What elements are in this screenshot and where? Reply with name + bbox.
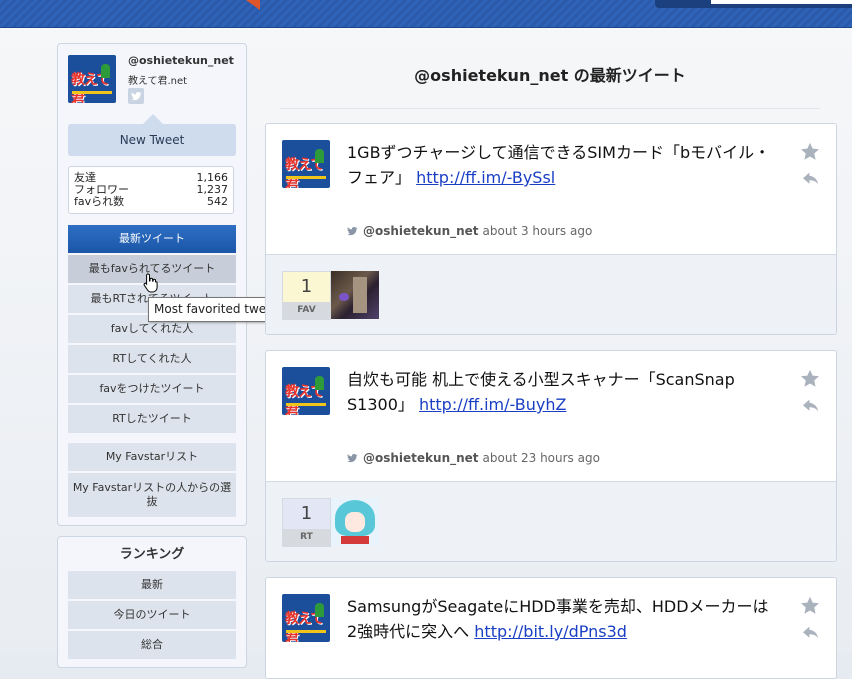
tweet-username[interactable]: @oshietekun_net xyxy=(363,451,479,465)
favoriter-avatar[interactable] xyxy=(331,271,379,319)
tweet-text: SamsungがSeagateにHDD事業を売却、HDDメーカーは2強時代に突入… xyxy=(347,594,772,644)
tweet-footer: 1 RT xyxy=(266,481,836,561)
stat-label: favられ数 xyxy=(74,195,125,208)
avatar-stripe xyxy=(72,91,112,94)
star-icon[interactable] xyxy=(799,595,821,617)
tweet-text: 自炊も可能 机上で使える小型スキャナー「ScanSnap S1300」 http… xyxy=(347,367,772,417)
menu-item-my-favorites[interactable]: favをつけたツイート xyxy=(68,375,236,403)
ranking-title: ランキング xyxy=(119,547,185,562)
tweet-timestamp[interactable]: about 3 hours ago xyxy=(483,224,593,238)
site-logo-fragment[interactable] xyxy=(246,0,260,10)
profile-username[interactable]: @oshietekun_net xyxy=(128,54,234,67)
page-title: @oshietekun_net の最新ツイート xyxy=(414,66,686,85)
ranking-item-today[interactable]: 今日のツイート xyxy=(68,601,236,629)
avatar-stripe xyxy=(286,630,326,633)
retweeter-avatar[interactable] xyxy=(331,498,379,546)
tweet-footer: 1 FAV xyxy=(266,254,836,334)
tweet-link[interactable]: http://bit.ly/dPns3d xyxy=(474,622,627,641)
tweet-timestamp[interactable]: about 23 hours ago xyxy=(483,451,600,465)
stat-favorited[interactable]: favられ数 542 xyxy=(69,196,233,208)
tweet-meta: @oshietekun_net about 3 hours ago xyxy=(344,224,592,238)
thumb-detail xyxy=(341,536,369,544)
menu-item-my-retweets[interactable]: RTしたツイート xyxy=(68,405,236,433)
avatar-figure xyxy=(101,64,110,78)
menu-item-retweeted-by[interactable]: RTしてくれた人 xyxy=(68,345,236,373)
fav-count: 1 xyxy=(283,272,330,302)
twitter-bird-icon xyxy=(347,226,358,236)
tweet-avatar[interactable]: 教えて君 xyxy=(282,367,330,415)
profile-avatar[interactable]: 教えて君 xyxy=(68,55,116,103)
header-search-area xyxy=(655,0,852,8)
tweet-text: 1GBずつチャージして通信できるSIMカード「bモバイル・フェア」 http:/… xyxy=(347,140,772,190)
twitter-bird-icon[interactable] xyxy=(128,88,144,104)
menu-item-favstar-list-picks[interactable]: My Favstarリストの人からの選抜 xyxy=(68,473,236,517)
ranking-item-latest[interactable]: 最新 xyxy=(68,571,236,599)
rt-count-label: RT xyxy=(283,529,330,546)
ranking-item-overall[interactable]: 総合 xyxy=(68,631,236,659)
profile-stats: 友達 1,166 フォロワー 1,237 favられ数 542 xyxy=(68,166,234,214)
avatar-figure xyxy=(315,376,324,390)
hand-cursor-icon xyxy=(143,273,158,293)
tweet-avatar[interactable]: 教えて君 xyxy=(282,140,330,188)
tweet-avatar[interactable]: 教えて君 xyxy=(282,594,330,642)
header-search-input[interactable] xyxy=(711,0,852,4)
star-icon[interactable] xyxy=(799,368,821,390)
fav-count-box[interactable]: 1 FAV xyxy=(282,271,331,320)
new-tweet-button[interactable]: New Tweet xyxy=(68,114,236,156)
reply-icon[interactable] xyxy=(801,398,821,414)
star-icon[interactable] xyxy=(799,141,821,163)
avatar-stripe xyxy=(286,176,326,179)
new-tweet-label: New Tweet xyxy=(119,133,185,147)
reply-icon[interactable] xyxy=(801,625,821,641)
thumb-detail xyxy=(339,293,349,301)
tweet-card: 教えて君 1GBずつチャージして通信できるSIMカード「bモバイル・フェア」 h… xyxy=(265,123,837,335)
avatar-figure xyxy=(315,149,324,163)
tweet-body: 1GBずつチャージして通信できるSIMカード「bモバイル・フェア」 xyxy=(347,143,771,187)
thumb-detail xyxy=(353,277,367,313)
tweet-card: 教えて君 自炊も可能 机上で使える小型スキャナー「ScanSnap S1300」… xyxy=(265,350,837,562)
button-notch xyxy=(143,114,163,124)
thumb-detail xyxy=(345,512,365,532)
rt-count: 1 xyxy=(283,499,330,529)
tweet-card: 教えて君 SamsungがSeagateにHDD事業を売却、HDDメーカーは2強… xyxy=(265,577,837,679)
ranking-sidebar: ランキング 最新 今日のツイート 総合 xyxy=(57,536,247,668)
stat-value: 542 xyxy=(207,195,228,208)
rt-count-box[interactable]: 1 RT xyxy=(282,498,331,547)
profile-subtitle: 教えて君.net xyxy=(128,76,188,87)
tweet-meta: @oshietekun_net about 23 hours ago xyxy=(344,451,600,465)
title-divider xyxy=(280,108,820,109)
tweet-username[interactable]: @oshietekun_net xyxy=(363,224,479,238)
tweet-link[interactable]: http://ff.im/-BuyhZ xyxy=(419,395,566,414)
twitter-bird-icon xyxy=(347,453,358,463)
menu-item-latest-tweets[interactable]: 最新ツイート xyxy=(68,225,236,253)
fav-count-label: FAV xyxy=(283,302,330,319)
tweet-link[interactable]: http://ff.im/-BySsl xyxy=(416,168,555,187)
site-header xyxy=(0,0,852,28)
reply-icon[interactable] xyxy=(801,171,821,187)
menu-item-favstar-list[interactable]: My Favstarリスト xyxy=(68,443,236,471)
avatar-stripe xyxy=(286,403,326,406)
avatar-figure xyxy=(315,603,324,617)
